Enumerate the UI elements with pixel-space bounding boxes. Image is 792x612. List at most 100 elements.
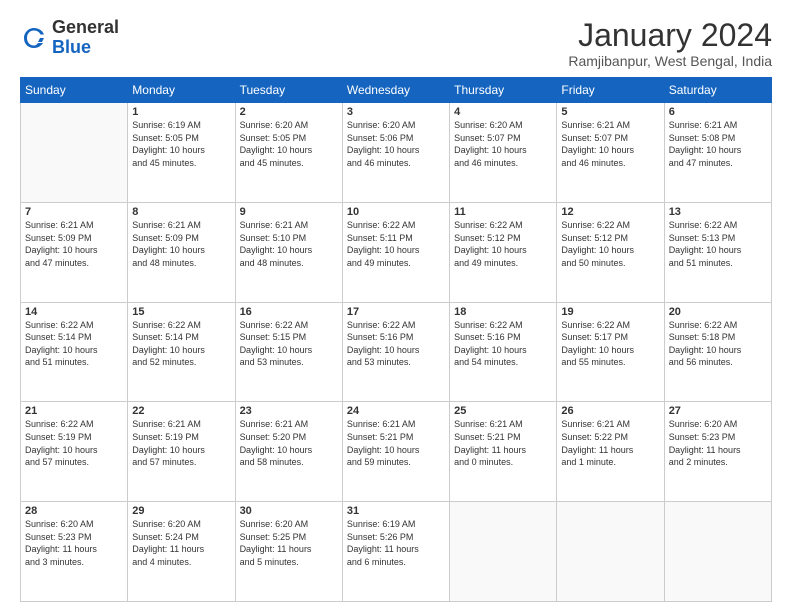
calendar-week-2: 7Sunrise: 6:21 AM Sunset: 5:09 PM Daylig… xyxy=(21,202,772,302)
day-info: Sunrise: 6:20 AM Sunset: 5:23 PM Dayligh… xyxy=(25,518,123,568)
day-number: 12 xyxy=(561,206,659,218)
day-number: 18 xyxy=(454,306,552,318)
day-number: 27 xyxy=(669,405,767,417)
table-row: 4Sunrise: 6:20 AM Sunset: 5:07 PM Daylig… xyxy=(450,103,557,203)
table-row: 20Sunrise: 6:22 AM Sunset: 5:18 PM Dayli… xyxy=(664,302,771,402)
day-info: Sunrise: 6:22 AM Sunset: 5:12 PM Dayligh… xyxy=(561,219,659,269)
table-row: 22Sunrise: 6:21 AM Sunset: 5:19 PM Dayli… xyxy=(128,402,235,502)
header: General Blue January 2024 Ramjibanpur, W… xyxy=(20,18,772,69)
table-row: 3Sunrise: 6:20 AM Sunset: 5:06 PM Daylig… xyxy=(342,103,449,203)
day-number: 28 xyxy=(25,505,123,517)
table-row: 5Sunrise: 6:21 AM Sunset: 5:07 PM Daylig… xyxy=(557,103,664,203)
day-info: Sunrise: 6:20 AM Sunset: 5:24 PM Dayligh… xyxy=(132,518,230,568)
logo-text: General Blue xyxy=(52,18,119,58)
table-row: 8Sunrise: 6:21 AM Sunset: 5:09 PM Daylig… xyxy=(128,202,235,302)
day-info: Sunrise: 6:22 AM Sunset: 5:15 PM Dayligh… xyxy=(240,319,338,369)
day-info: Sunrise: 6:20 AM Sunset: 5:23 PM Dayligh… xyxy=(669,418,767,468)
table-row: 31Sunrise: 6:19 AM Sunset: 5:26 PM Dayli… xyxy=(342,502,449,602)
table-row xyxy=(664,502,771,602)
table-row: 26Sunrise: 6:21 AM Sunset: 5:22 PM Dayli… xyxy=(557,402,664,502)
page: General Blue January 2024 Ramjibanpur, W… xyxy=(0,0,792,612)
day-number: 5 xyxy=(561,106,659,118)
day-number: 10 xyxy=(347,206,445,218)
table-row: 7Sunrise: 6:21 AM Sunset: 5:09 PM Daylig… xyxy=(21,202,128,302)
day-info: Sunrise: 6:20 AM Sunset: 5:07 PM Dayligh… xyxy=(454,119,552,169)
day-number: 19 xyxy=(561,306,659,318)
table-row: 11Sunrise: 6:22 AM Sunset: 5:12 PM Dayli… xyxy=(450,202,557,302)
table-row: 14Sunrise: 6:22 AM Sunset: 5:14 PM Dayli… xyxy=(21,302,128,402)
day-info: Sunrise: 6:22 AM Sunset: 5:19 PM Dayligh… xyxy=(25,418,123,468)
table-row: 28Sunrise: 6:20 AM Sunset: 5:23 PM Dayli… xyxy=(21,502,128,602)
day-number: 17 xyxy=(347,306,445,318)
day-number: 29 xyxy=(132,505,230,517)
table-row: 16Sunrise: 6:22 AM Sunset: 5:15 PM Dayli… xyxy=(235,302,342,402)
table-row: 1Sunrise: 6:19 AM Sunset: 5:05 PM Daylig… xyxy=(128,103,235,203)
day-info: Sunrise: 6:21 AM Sunset: 5:20 PM Dayligh… xyxy=(240,418,338,468)
day-info: Sunrise: 6:22 AM Sunset: 5:16 PM Dayligh… xyxy=(347,319,445,369)
day-info: Sunrise: 6:22 AM Sunset: 5:16 PM Dayligh… xyxy=(454,319,552,369)
day-number: 15 xyxy=(132,306,230,318)
day-info: Sunrise: 6:22 AM Sunset: 5:17 PM Dayligh… xyxy=(561,319,659,369)
title-block: January 2024 Ramjibanpur, West Bengal, I… xyxy=(568,18,772,69)
day-info: Sunrise: 6:22 AM Sunset: 5:14 PM Dayligh… xyxy=(25,319,123,369)
table-row: 30Sunrise: 6:20 AM Sunset: 5:25 PM Dayli… xyxy=(235,502,342,602)
day-number: 20 xyxy=(669,306,767,318)
table-row: 21Sunrise: 6:22 AM Sunset: 5:19 PM Dayli… xyxy=(21,402,128,502)
col-thursday: Thursday xyxy=(450,78,557,103)
calendar-week-5: 28Sunrise: 6:20 AM Sunset: 5:23 PM Dayli… xyxy=(21,502,772,602)
day-number: 4 xyxy=(454,106,552,118)
day-number: 8 xyxy=(132,206,230,218)
day-number: 1 xyxy=(132,106,230,118)
day-number: 3 xyxy=(347,106,445,118)
table-row: 10Sunrise: 6:22 AM Sunset: 5:11 PM Dayli… xyxy=(342,202,449,302)
day-info: Sunrise: 6:21 AM Sunset: 5:09 PM Dayligh… xyxy=(25,219,123,269)
day-info: Sunrise: 6:20 AM Sunset: 5:25 PM Dayligh… xyxy=(240,518,338,568)
table-row: 23Sunrise: 6:21 AM Sunset: 5:20 PM Dayli… xyxy=(235,402,342,502)
day-info: Sunrise: 6:22 AM Sunset: 5:18 PM Dayligh… xyxy=(669,319,767,369)
day-number: 21 xyxy=(25,405,123,417)
col-wednesday: Wednesday xyxy=(342,78,449,103)
day-info: Sunrise: 6:21 AM Sunset: 5:10 PM Dayligh… xyxy=(240,219,338,269)
table-row: 9Sunrise: 6:21 AM Sunset: 5:10 PM Daylig… xyxy=(235,202,342,302)
day-number: 2 xyxy=(240,106,338,118)
table-row: 2Sunrise: 6:20 AM Sunset: 5:05 PM Daylig… xyxy=(235,103,342,203)
day-info: Sunrise: 6:19 AM Sunset: 5:05 PM Dayligh… xyxy=(132,119,230,169)
day-number: 14 xyxy=(25,306,123,318)
day-number: 6 xyxy=(669,106,767,118)
col-monday: Monday xyxy=(128,78,235,103)
day-number: 7 xyxy=(25,206,123,218)
day-info: Sunrise: 6:22 AM Sunset: 5:12 PM Dayligh… xyxy=(454,219,552,269)
table-row xyxy=(450,502,557,602)
day-number: 11 xyxy=(454,206,552,218)
table-row: 29Sunrise: 6:20 AM Sunset: 5:24 PM Dayli… xyxy=(128,502,235,602)
calendar-table: Sunday Monday Tuesday Wednesday Thursday… xyxy=(20,77,772,602)
logo: General Blue xyxy=(20,18,119,58)
calendar-week-1: 1Sunrise: 6:19 AM Sunset: 5:05 PM Daylig… xyxy=(21,103,772,203)
day-number: 13 xyxy=(669,206,767,218)
day-info: Sunrise: 6:20 AM Sunset: 5:05 PM Dayligh… xyxy=(240,119,338,169)
table-row: 17Sunrise: 6:22 AM Sunset: 5:16 PM Dayli… xyxy=(342,302,449,402)
day-number: 26 xyxy=(561,405,659,417)
day-info: Sunrise: 6:22 AM Sunset: 5:11 PM Dayligh… xyxy=(347,219,445,269)
logo-general: General xyxy=(52,18,119,38)
day-info: Sunrise: 6:21 AM Sunset: 5:22 PM Dayligh… xyxy=(561,418,659,468)
calendar-subtitle: Ramjibanpur, West Bengal, India xyxy=(568,53,772,69)
header-row: Sunday Monday Tuesday Wednesday Thursday… xyxy=(21,78,772,103)
day-number: 24 xyxy=(347,405,445,417)
day-number: 16 xyxy=(240,306,338,318)
calendar-week-4: 21Sunrise: 6:22 AM Sunset: 5:19 PM Dayli… xyxy=(21,402,772,502)
calendar-title: January 2024 xyxy=(568,18,772,53)
table-row: 19Sunrise: 6:22 AM Sunset: 5:17 PM Dayli… xyxy=(557,302,664,402)
day-info: Sunrise: 6:20 AM Sunset: 5:06 PM Dayligh… xyxy=(347,119,445,169)
col-tuesday: Tuesday xyxy=(235,78,342,103)
table-row: 27Sunrise: 6:20 AM Sunset: 5:23 PM Dayli… xyxy=(664,402,771,502)
table-row: 13Sunrise: 6:22 AM Sunset: 5:13 PM Dayli… xyxy=(664,202,771,302)
day-info: Sunrise: 6:21 AM Sunset: 5:21 PM Dayligh… xyxy=(347,418,445,468)
calendar-week-3: 14Sunrise: 6:22 AM Sunset: 5:14 PM Dayli… xyxy=(21,302,772,402)
logo-blue: Blue xyxy=(52,38,119,58)
logo-icon xyxy=(20,24,48,52)
day-info: Sunrise: 6:21 AM Sunset: 5:07 PM Dayligh… xyxy=(561,119,659,169)
table-row xyxy=(21,103,128,203)
day-number: 23 xyxy=(240,405,338,417)
day-info: Sunrise: 6:21 AM Sunset: 5:19 PM Dayligh… xyxy=(132,418,230,468)
